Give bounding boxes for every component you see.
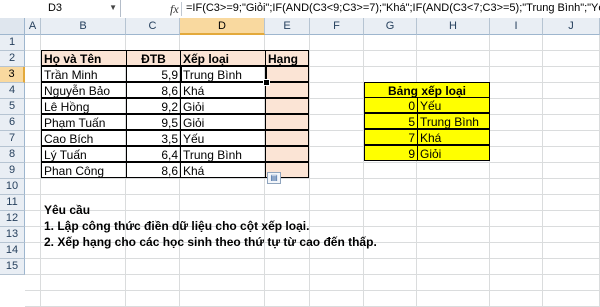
student-name-cell[interactable]: Lý Tuấn xyxy=(41,146,127,162)
row-header[interactable]: 4 xyxy=(0,83,25,99)
header-rank[interactable]: Hạng xyxy=(265,50,309,66)
lookup-grade-cell[interactable]: Khá xyxy=(417,129,490,145)
row-gridline xyxy=(25,290,600,291)
lookup-score-cell[interactable]: 7 xyxy=(364,129,418,145)
row-header[interactable]: 8 xyxy=(0,147,25,163)
column-header[interactable]: A xyxy=(25,18,41,35)
row-header[interactable]: 10 xyxy=(0,179,25,195)
row-header[interactable]: 3 xyxy=(0,67,25,83)
header-score[interactable]: ĐTB xyxy=(126,50,181,66)
student-rank-cell[interactable] xyxy=(265,114,309,130)
lookup-score-cell[interactable]: 0 xyxy=(364,97,418,113)
lookup-title[interactable]: Bảng xếp loại xyxy=(364,82,490,98)
column-header[interactable]: D xyxy=(180,18,265,35)
student-score-cell[interactable]: 9,2 xyxy=(126,98,181,114)
lookup-grade-cell[interactable]: Trung Bình xyxy=(417,113,490,129)
column-header[interactable]: H xyxy=(417,18,490,35)
column-header[interactable]: C xyxy=(126,18,180,35)
formula-bar: D3 ▼ fx =IF(C3>=9;"Giỏi";IF(AND(C3<9;C3>… xyxy=(0,0,600,19)
student-name-cell[interactable]: Trần Minh xyxy=(41,66,127,82)
row-gridline xyxy=(25,258,600,259)
student-name-cell[interactable]: Phan Công xyxy=(41,162,127,178)
requirement-1[interactable]: 1. Lập công thức điền dữ liệu cho cột xế… xyxy=(44,219,309,233)
header-name[interactable]: Họ và Tên xyxy=(41,50,127,66)
select-all-button[interactable] xyxy=(0,18,25,35)
student-score-cell[interactable]: 5,9 xyxy=(126,66,181,82)
row-header[interactable]: 13 xyxy=(0,227,25,243)
formula-bar-divider xyxy=(181,2,182,16)
column-gridline xyxy=(416,35,417,307)
paste-options-icon[interactable]: ▤ xyxy=(267,172,281,184)
row-header[interactable]: 14 xyxy=(0,243,25,259)
student-rank-cell[interactable] xyxy=(265,66,309,82)
row-header[interactable]: 11 xyxy=(0,195,25,211)
column-header[interactable]: G xyxy=(364,18,417,35)
column-header[interactable]: F xyxy=(310,18,364,35)
active-cell-selection[interactable] xyxy=(180,65,267,83)
chevron-down-icon[interactable]: ▼ xyxy=(109,3,117,12)
student-rank-cell[interactable] xyxy=(265,82,309,98)
column-header[interactable]: E xyxy=(265,18,310,35)
name-box-value: D3 xyxy=(47,2,63,14)
formula-input[interactable]: =IF(C3>=9;"Giỏi";IF(AND(C3<9;C3>=7);"Khá… xyxy=(186,2,600,14)
row-gridline xyxy=(25,178,600,179)
column-header[interactable]: I xyxy=(490,18,543,35)
student-score-cell[interactable]: 3,5 xyxy=(126,130,181,146)
requirement-2[interactable]: 2. Xếp hạng cho các học sinh theo thứ tự… xyxy=(44,235,377,249)
student-name-cell[interactable]: Nguyễn Bảo xyxy=(41,82,127,98)
lookup-score-cell[interactable]: 5 xyxy=(364,113,418,129)
student-name-cell[interactable]: Lê Hồng xyxy=(41,98,127,114)
student-grade-cell[interactable]: Giỏi xyxy=(180,114,266,130)
student-grade-cell[interactable]: Khá xyxy=(180,82,266,98)
row-gridline xyxy=(25,210,600,211)
insert-function-icon[interactable]: fx xyxy=(170,2,179,17)
student-name-cell[interactable]: Phạm Tuấn xyxy=(41,114,127,130)
row-header[interactable]: 7 xyxy=(0,131,25,147)
row-gridline xyxy=(25,274,600,275)
header-grade[interactable]: Xếp loại xyxy=(180,50,266,66)
column-gridline xyxy=(542,35,543,307)
row-header[interactable]: 5 xyxy=(0,99,25,115)
student-rank-cell[interactable] xyxy=(265,98,309,114)
row-header[interactable]: 1 xyxy=(0,35,25,51)
lookup-score-cell[interactable]: 9 xyxy=(364,145,418,161)
student-score-cell[interactable]: 8,6 xyxy=(126,162,181,178)
column-gridline xyxy=(363,35,364,307)
row-header[interactable]: 15 xyxy=(0,259,25,275)
row-gridline xyxy=(25,194,600,195)
requirements-heading[interactable]: Yêu cầu xyxy=(44,203,90,217)
student-score-cell[interactable]: 9,5 xyxy=(126,114,181,130)
row-header[interactable]: 12 xyxy=(0,211,25,227)
student-name-cell[interactable]: Cao Bích xyxy=(41,130,127,146)
column-gridline xyxy=(489,35,490,307)
student-grade-cell[interactable]: Giỏi xyxy=(180,98,266,114)
column-header[interactable]: B xyxy=(41,18,126,35)
student-rank-cell[interactable] xyxy=(265,146,309,162)
fill-handle[interactable] xyxy=(263,79,270,86)
student-score-cell[interactable]: 6,4 xyxy=(126,146,181,162)
student-grade-cell[interactable]: Trung Bình xyxy=(180,146,266,162)
student-rank-cell[interactable] xyxy=(265,130,309,146)
row-header[interactable]: 6 xyxy=(0,115,25,131)
lookup-grade-cell[interactable]: Yếu xyxy=(417,97,490,113)
name-box[interactable]: D3 ▼ xyxy=(0,0,121,17)
student-score-cell[interactable]: 8,6 xyxy=(126,82,181,98)
column-gridline xyxy=(309,35,310,307)
student-grade-cell[interactable]: Khá xyxy=(180,162,266,178)
row-header[interactable]: 2 xyxy=(0,51,25,67)
lookup-grade-cell[interactable]: Giỏi xyxy=(417,145,490,161)
row-header[interactable]: 9 xyxy=(0,163,25,179)
student-grade-cell[interactable]: Yếu xyxy=(180,130,266,146)
column-header[interactable]: J xyxy=(543,18,600,35)
